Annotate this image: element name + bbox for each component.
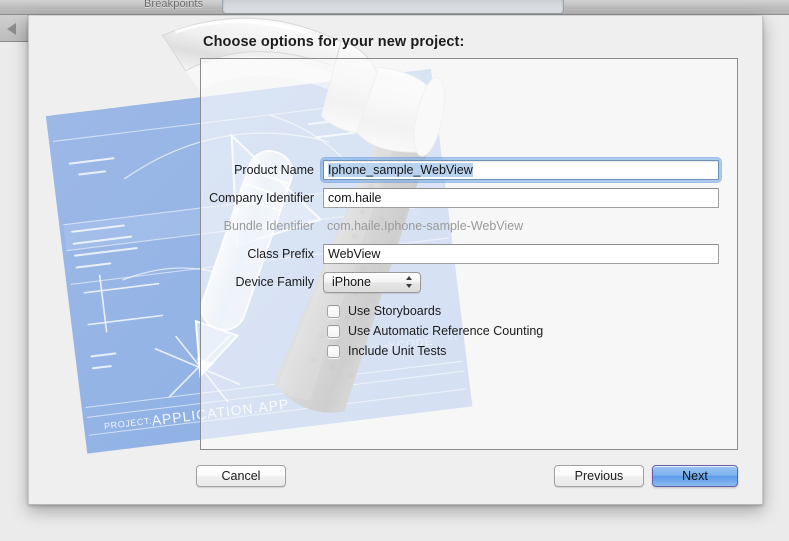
previous-button[interactable]: Previous [554,465,644,487]
checkbox-box-icon[interactable] [327,324,340,338]
checkbox-box-icon[interactable] [327,344,340,358]
form-row-product-name: Product Name Iphone_sample_WebView [201,158,721,182]
product-name-label: Product Name [234,163,314,177]
breakpoints-label: Breakpoints [144,0,204,10]
checkbox-label: Use Automatic Reference Counting [348,324,544,338]
class-prefix-label: Class Prefix [247,247,314,261]
product-name-field-wrap: Iphone_sample_WebView [321,158,721,182]
app-window: Breakpoints PROJECT: Choose options for … [0,0,789,541]
class-prefix-field-wrap: WebView [323,244,719,264]
product-name-value: Iphone_sample_WebView [328,163,473,177]
product-name-input[interactable]: Iphone_sample_WebView [323,160,719,180]
device-family-label: Device Family [235,275,315,289]
checkbox-label: Use Storyboards [348,304,442,318]
company-identifier-field-wrap: com.haile [323,188,719,208]
stepper-updown-icon [406,275,413,289]
status-field[interactable] [222,0,564,14]
checkbox-use-storyboards[interactable]: Use Storyboards [327,302,441,320]
triangle-left-icon[interactable] [7,23,16,35]
toolbar: Breakpoints [0,0,789,15]
navigator-gutter [0,15,29,42]
checkbox-include-unit-tests[interactable]: Include Unit Tests [327,342,446,360]
next-button[interactable]: Next [652,465,738,487]
checkbox-box-icon[interactable] [327,304,340,318]
checkbox-label: Include Unit Tests [348,344,447,358]
device-family-select[interactable]: iPhone [323,271,421,293]
form-row-device-family: Device Family iPhone [201,271,421,293]
form-row-bundle-identifier: Bundle Identifier com.haile.Iphone-sampl… [201,215,719,237]
options-panel: Product Name Iphone_sample_WebView Compa… [200,58,738,450]
page-title: Choose options for your new project: [203,34,465,50]
form-row-company-identifier: Company Identifier com.haile [201,187,719,209]
company-identifier-input[interactable]: com.haile [323,188,719,208]
project-options-form: Product Name Iphone_sample_WebView Compa… [201,59,737,449]
device-family-value: iPhone [332,274,371,289]
bundle-identifier-value: com.haile.Iphone-sample-WebView [327,219,524,233]
bundle-identifier-label: Bundle Identifier [223,219,314,233]
class-prefix-input[interactable]: WebView [323,244,719,264]
cancel-button[interactable]: Cancel [196,465,286,487]
checkbox-use-automatic-reference-counting[interactable]: Use Automatic Reference Counting [327,322,543,340]
form-row-class-prefix: Class Prefix WebView [201,243,719,265]
company-identifier-label: Company Identifier [209,191,314,205]
